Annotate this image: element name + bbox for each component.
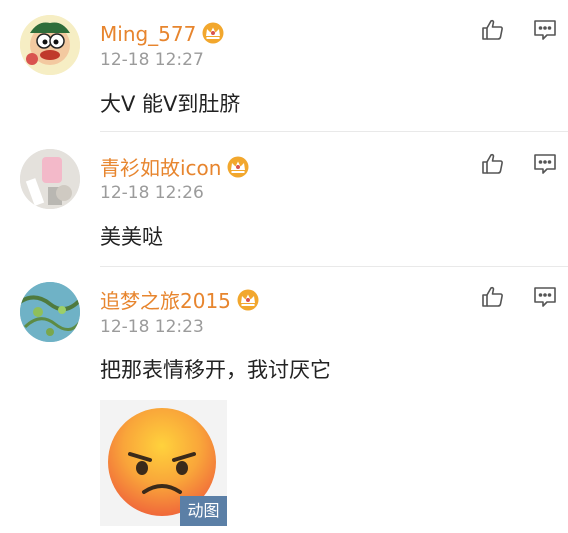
username[interactable]: 追梦之旅2015	[100, 289, 260, 316]
thumbs-up-icon[interactable]	[481, 285, 505, 309]
avatar[interactable]	[20, 282, 80, 342]
username-text[interactable]: 追梦之旅2015	[100, 289, 231, 313]
comment-text: 把那表情移开，我讨厌它	[100, 358, 331, 382]
comment-icon[interactable]	[533, 285, 557, 309]
crown-icon	[236, 289, 260, 316]
timestamp: 12-18 12:23	[100, 317, 204, 337]
comment-item: 追梦之旅2015 12-18 12:23 把那表情移开，我讨厌它 动图	[0, 0, 568, 533]
gif-badge: 动图	[180, 496, 227, 526]
